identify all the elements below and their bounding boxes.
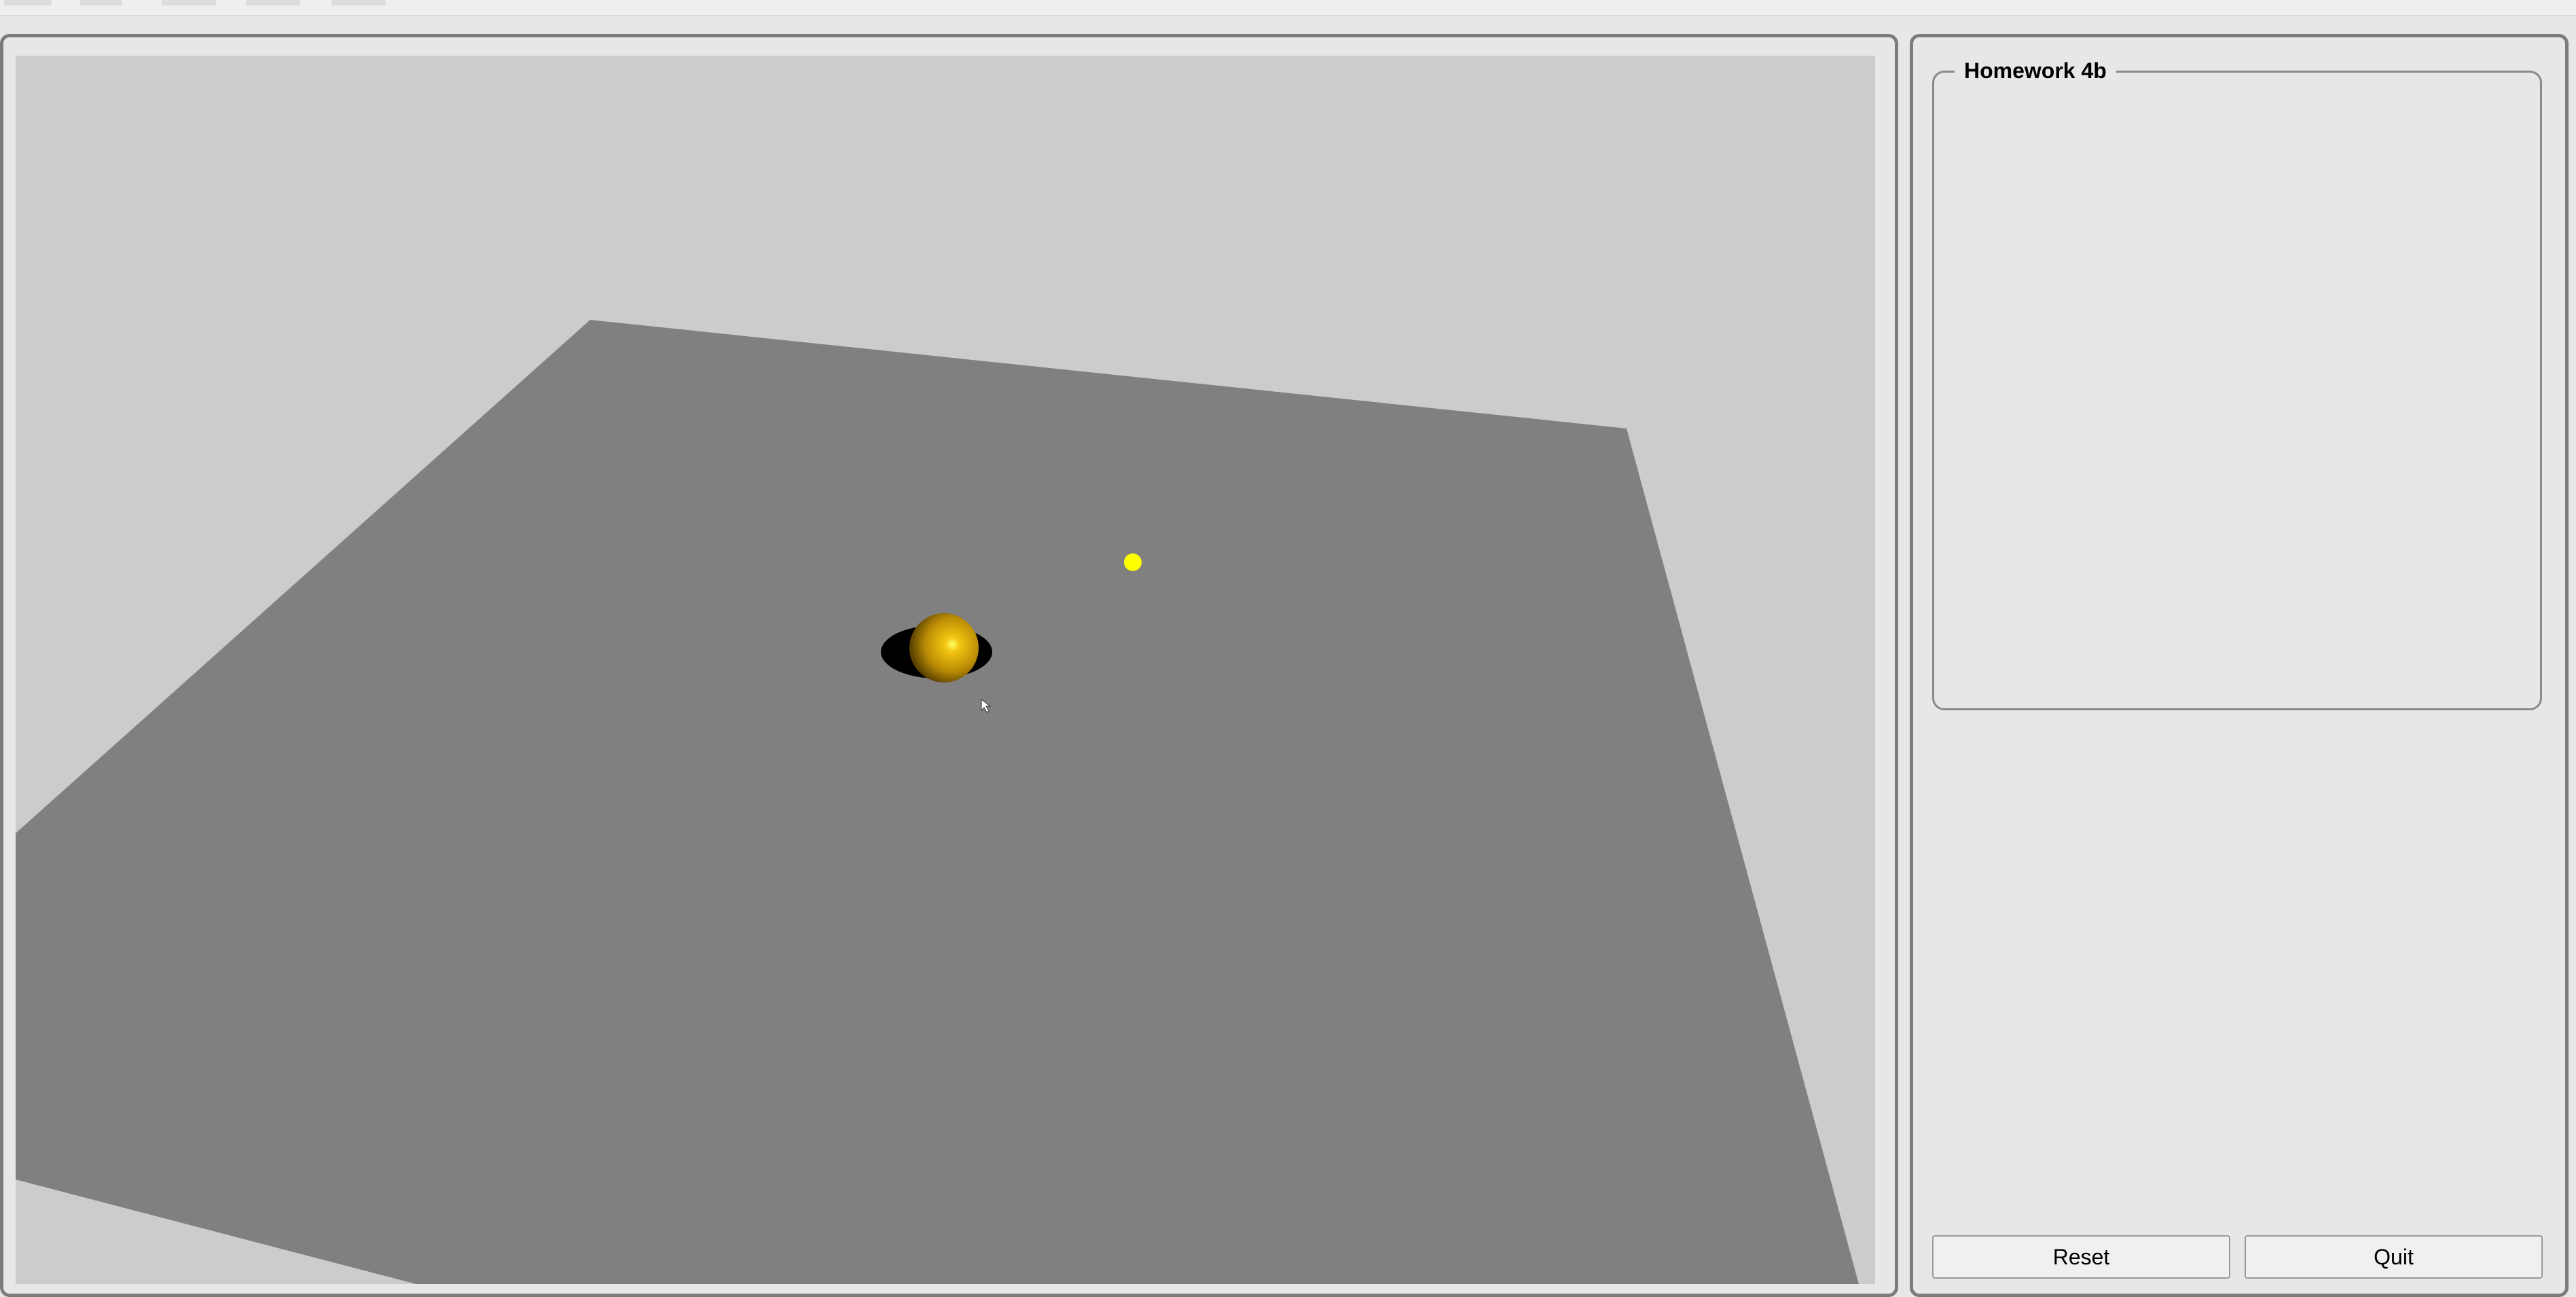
golden-sphere — [909, 613, 979, 682]
quit-button[interactable]: Quit — [2245, 1235, 2543, 1279]
menu-item-edit[interactable] — [80, 0, 122, 5]
menu-item-help[interactable] — [331, 0, 386, 5]
reset-button[interactable]: Reset — [1932, 1235, 2230, 1279]
group-title: Homework 4b — [1955, 56, 2116, 86]
homework-groupbox — [1932, 71, 2542, 710]
menu-bar — [0, 0, 2576, 16]
3d-viewport[interactable] — [16, 56, 1875, 1284]
menu-item-tools[interactable] — [246, 0, 300, 5]
menu-item-file[interactable] — [4, 0, 52, 5]
light-source-icon — [1124, 553, 1142, 571]
menu-item-view[interactable] — [162, 0, 216, 5]
